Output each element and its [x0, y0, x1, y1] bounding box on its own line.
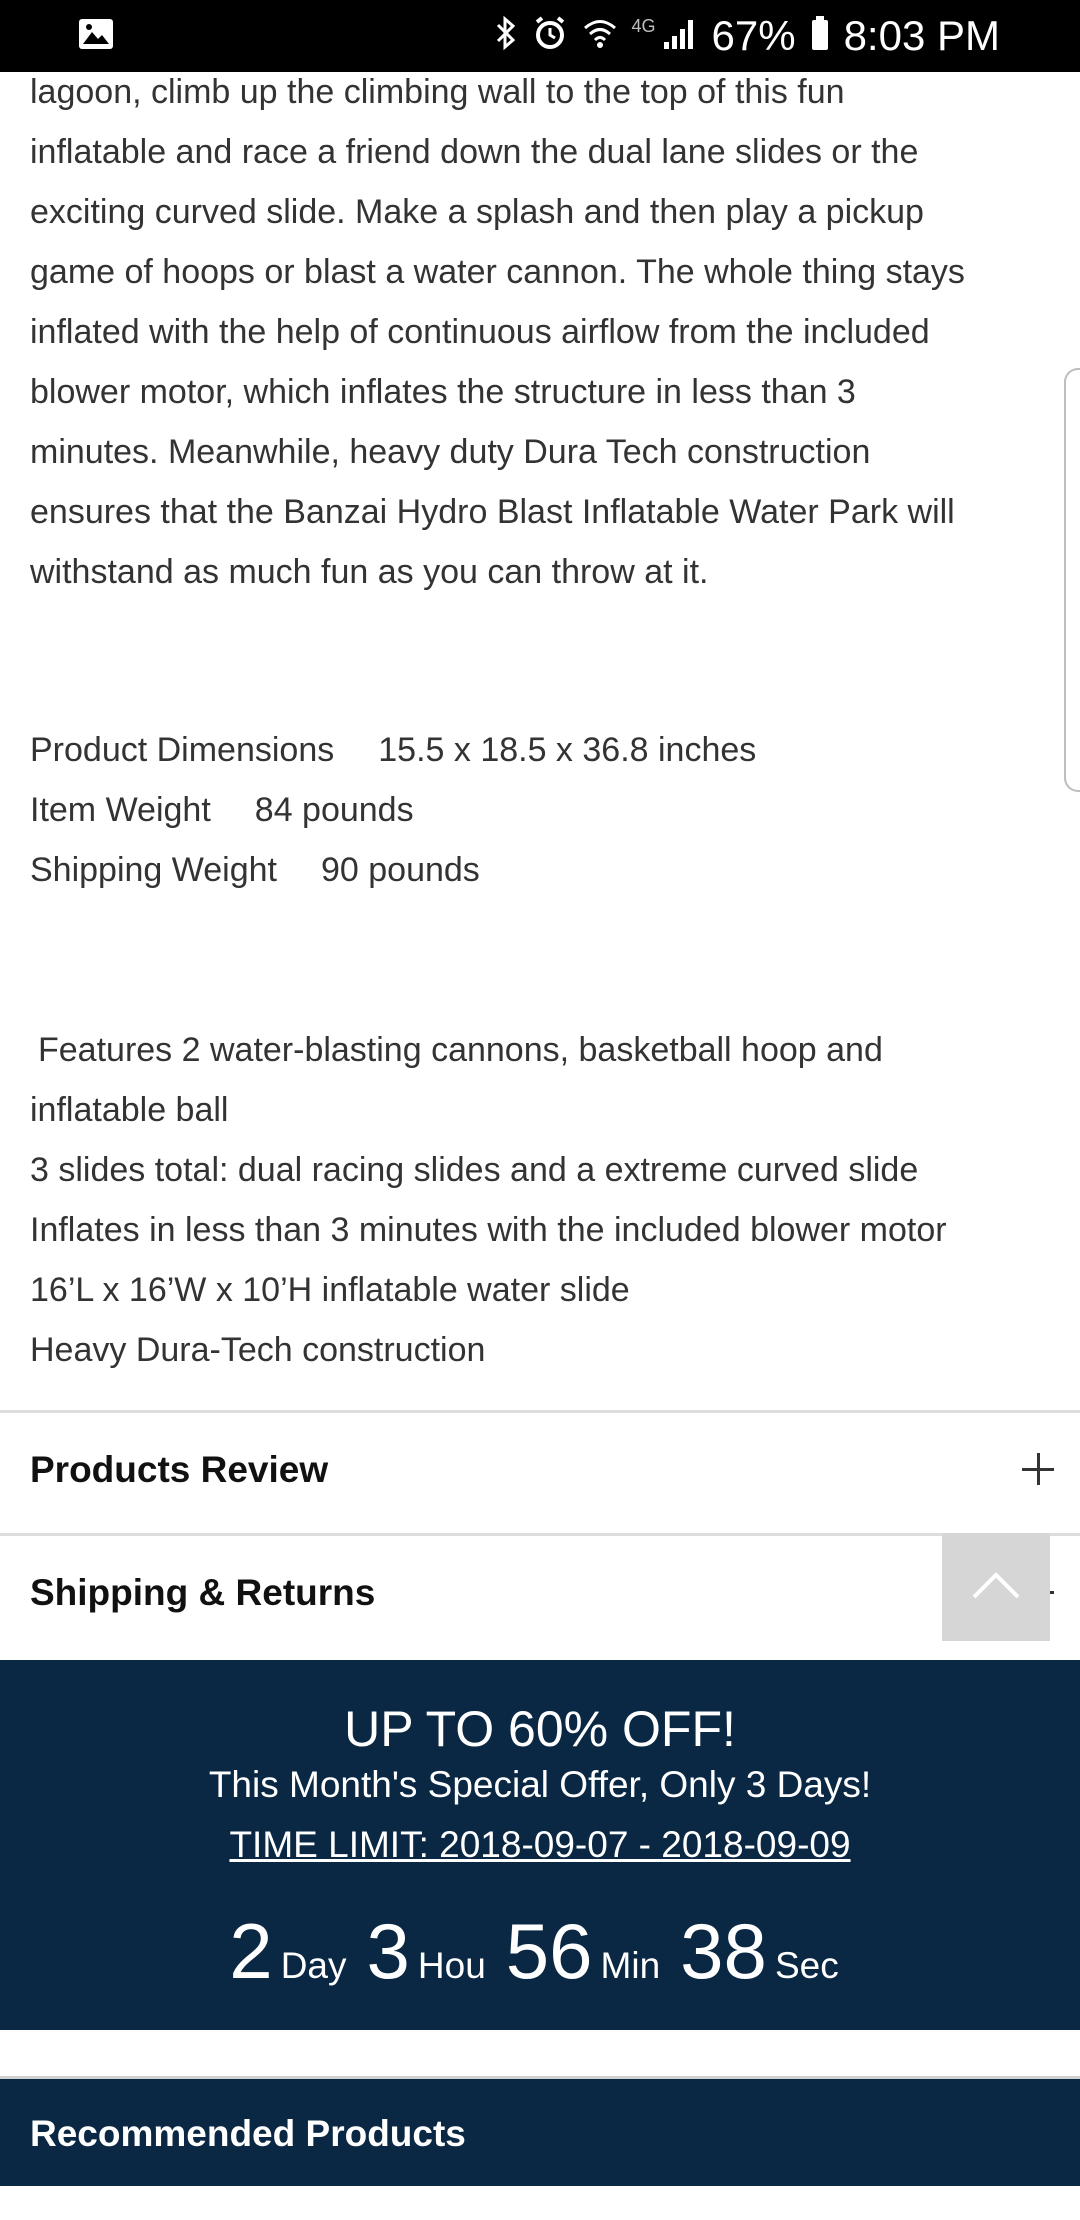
- plus-icon[interactable]: [1022, 1453, 1054, 1485]
- description-line: withstand as much fun as you can throw a…: [30, 553, 709, 591]
- promo-subtitle: This Month's Special Offer, Only 3 Days!: [208, 1764, 872, 1805]
- countdown-minutes-unit: Min: [600, 1945, 661, 1986]
- accordion-title: Shipping & Returns: [30, 1572, 376, 1613]
- description-line: inflated with the help of continuous air…: [30, 313, 930, 351]
- wifi-icon: [582, 15, 618, 57]
- accordion-shipping-returns[interactable]: Shipping & Returns: [0, 1533, 1080, 1656]
- promo-title: UP TO 60% OFF!: [344, 1701, 736, 1757]
- countdown-seconds: 38: [680, 1907, 767, 1995]
- spec-row: Product Dimensions 15.5 x 18.5 x 36.8 in…: [30, 720, 1030, 780]
- countdown-timer: 2 Day 3 Hou 56 Min 38 Sec: [0, 1912, 1080, 1990]
- spec-label: Shipping Weight: [30, 851, 277, 889]
- countdown-hours: 3: [366, 1907, 410, 1995]
- battery-icon: [810, 15, 830, 57]
- chevron-up-icon: [971, 1570, 1021, 1604]
- feature-line: Inflates in less than 3 minutes with the…: [30, 1211, 947, 1249]
- gallery-icon: [78, 18, 114, 50]
- product-specs: Product Dimensions 15.5 x 18.5 x 36.8 in…: [30, 720, 1030, 900]
- countdown-seconds-unit: Sec: [774, 1945, 839, 1986]
- description-line: minutes. Meanwhile, heavy duty Dura Tech…: [30, 433, 871, 471]
- description-line: game of hoops or blast a water cannon. T…: [30, 253, 965, 291]
- signal-icon: [662, 16, 698, 56]
- recommended-products-header: Recommended Products: [0, 2076, 1080, 2186]
- description-line: exciting curved slide. Make a splash and…: [30, 193, 924, 231]
- spec-label: Item Weight: [30, 791, 211, 829]
- bluetooth-icon: [494, 15, 518, 57]
- scroll-indicator[interactable]: [1064, 368, 1080, 792]
- spec-row: Item Weight 84 pounds: [30, 780, 1030, 840]
- description-line: inflatable and race a friend down the du…: [30, 133, 919, 171]
- battery-percent: 67%: [711, 12, 796, 59]
- back-to-top-button[interactable]: [942, 1533, 1050, 1641]
- product-features: Features 2 water-blasting cannons, baske…: [30, 1020, 1040, 1380]
- feature-line: inflatable ball: [30, 1091, 229, 1129]
- product-description: lagoon, climb up the climbing wall to th…: [30, 62, 1030, 602]
- spec-value: 15.5 x 18.5 x 36.8 inches: [378, 731, 757, 769]
- feature-line: Heavy Dura-Tech construction: [30, 1331, 486, 1369]
- spec-value: 90 pounds: [320, 851, 480, 889]
- clock: 8:03 PM: [843, 12, 1000, 59]
- alarm-icon: [532, 15, 568, 57]
- feature-line: Features 2 water-blasting cannons, baske…: [38, 1031, 883, 1069]
- accordion-products-review[interactable]: Products Review: [0, 1410, 1080, 1533]
- countdown-days-unit: Day: [280, 1945, 347, 1986]
- countdown-minutes: 56: [505, 1907, 593, 1995]
- feature-line: 16’L x 16’W x 10’H inflatable water slid…: [30, 1271, 630, 1309]
- spec-row: Shipping Weight 90 pounds: [30, 840, 1030, 900]
- spec-value: 84 pounds: [254, 791, 414, 829]
- feature-line: 3 slides total: dual racing slides and a…: [30, 1151, 919, 1189]
- description-line: blower motor, which inflates the structu…: [30, 373, 856, 411]
- recommended-title: Recommended Products: [30, 2113, 466, 2154]
- accordion-title: Products Review: [30, 1449, 329, 1490]
- countdown-days: 2: [229, 1907, 273, 1995]
- spec-label: Product Dimensions: [30, 731, 335, 769]
- description-line: ensures that the Banzai Hydro Blast Infl…: [30, 493, 955, 531]
- description-line: lagoon, climb up the climbing wall to th…: [30, 73, 845, 111]
- countdown-hours-unit: Hou: [417, 1945, 486, 1986]
- network-type: 4G: [631, 16, 656, 36]
- promo-banner: UP TO 60% OFF! This Month's Special Offe…: [0, 1660, 1080, 2030]
- promo-time-limit[interactable]: TIME LIMIT: 2018-09-07 - 2018-09-09: [0, 1824, 1080, 1866]
